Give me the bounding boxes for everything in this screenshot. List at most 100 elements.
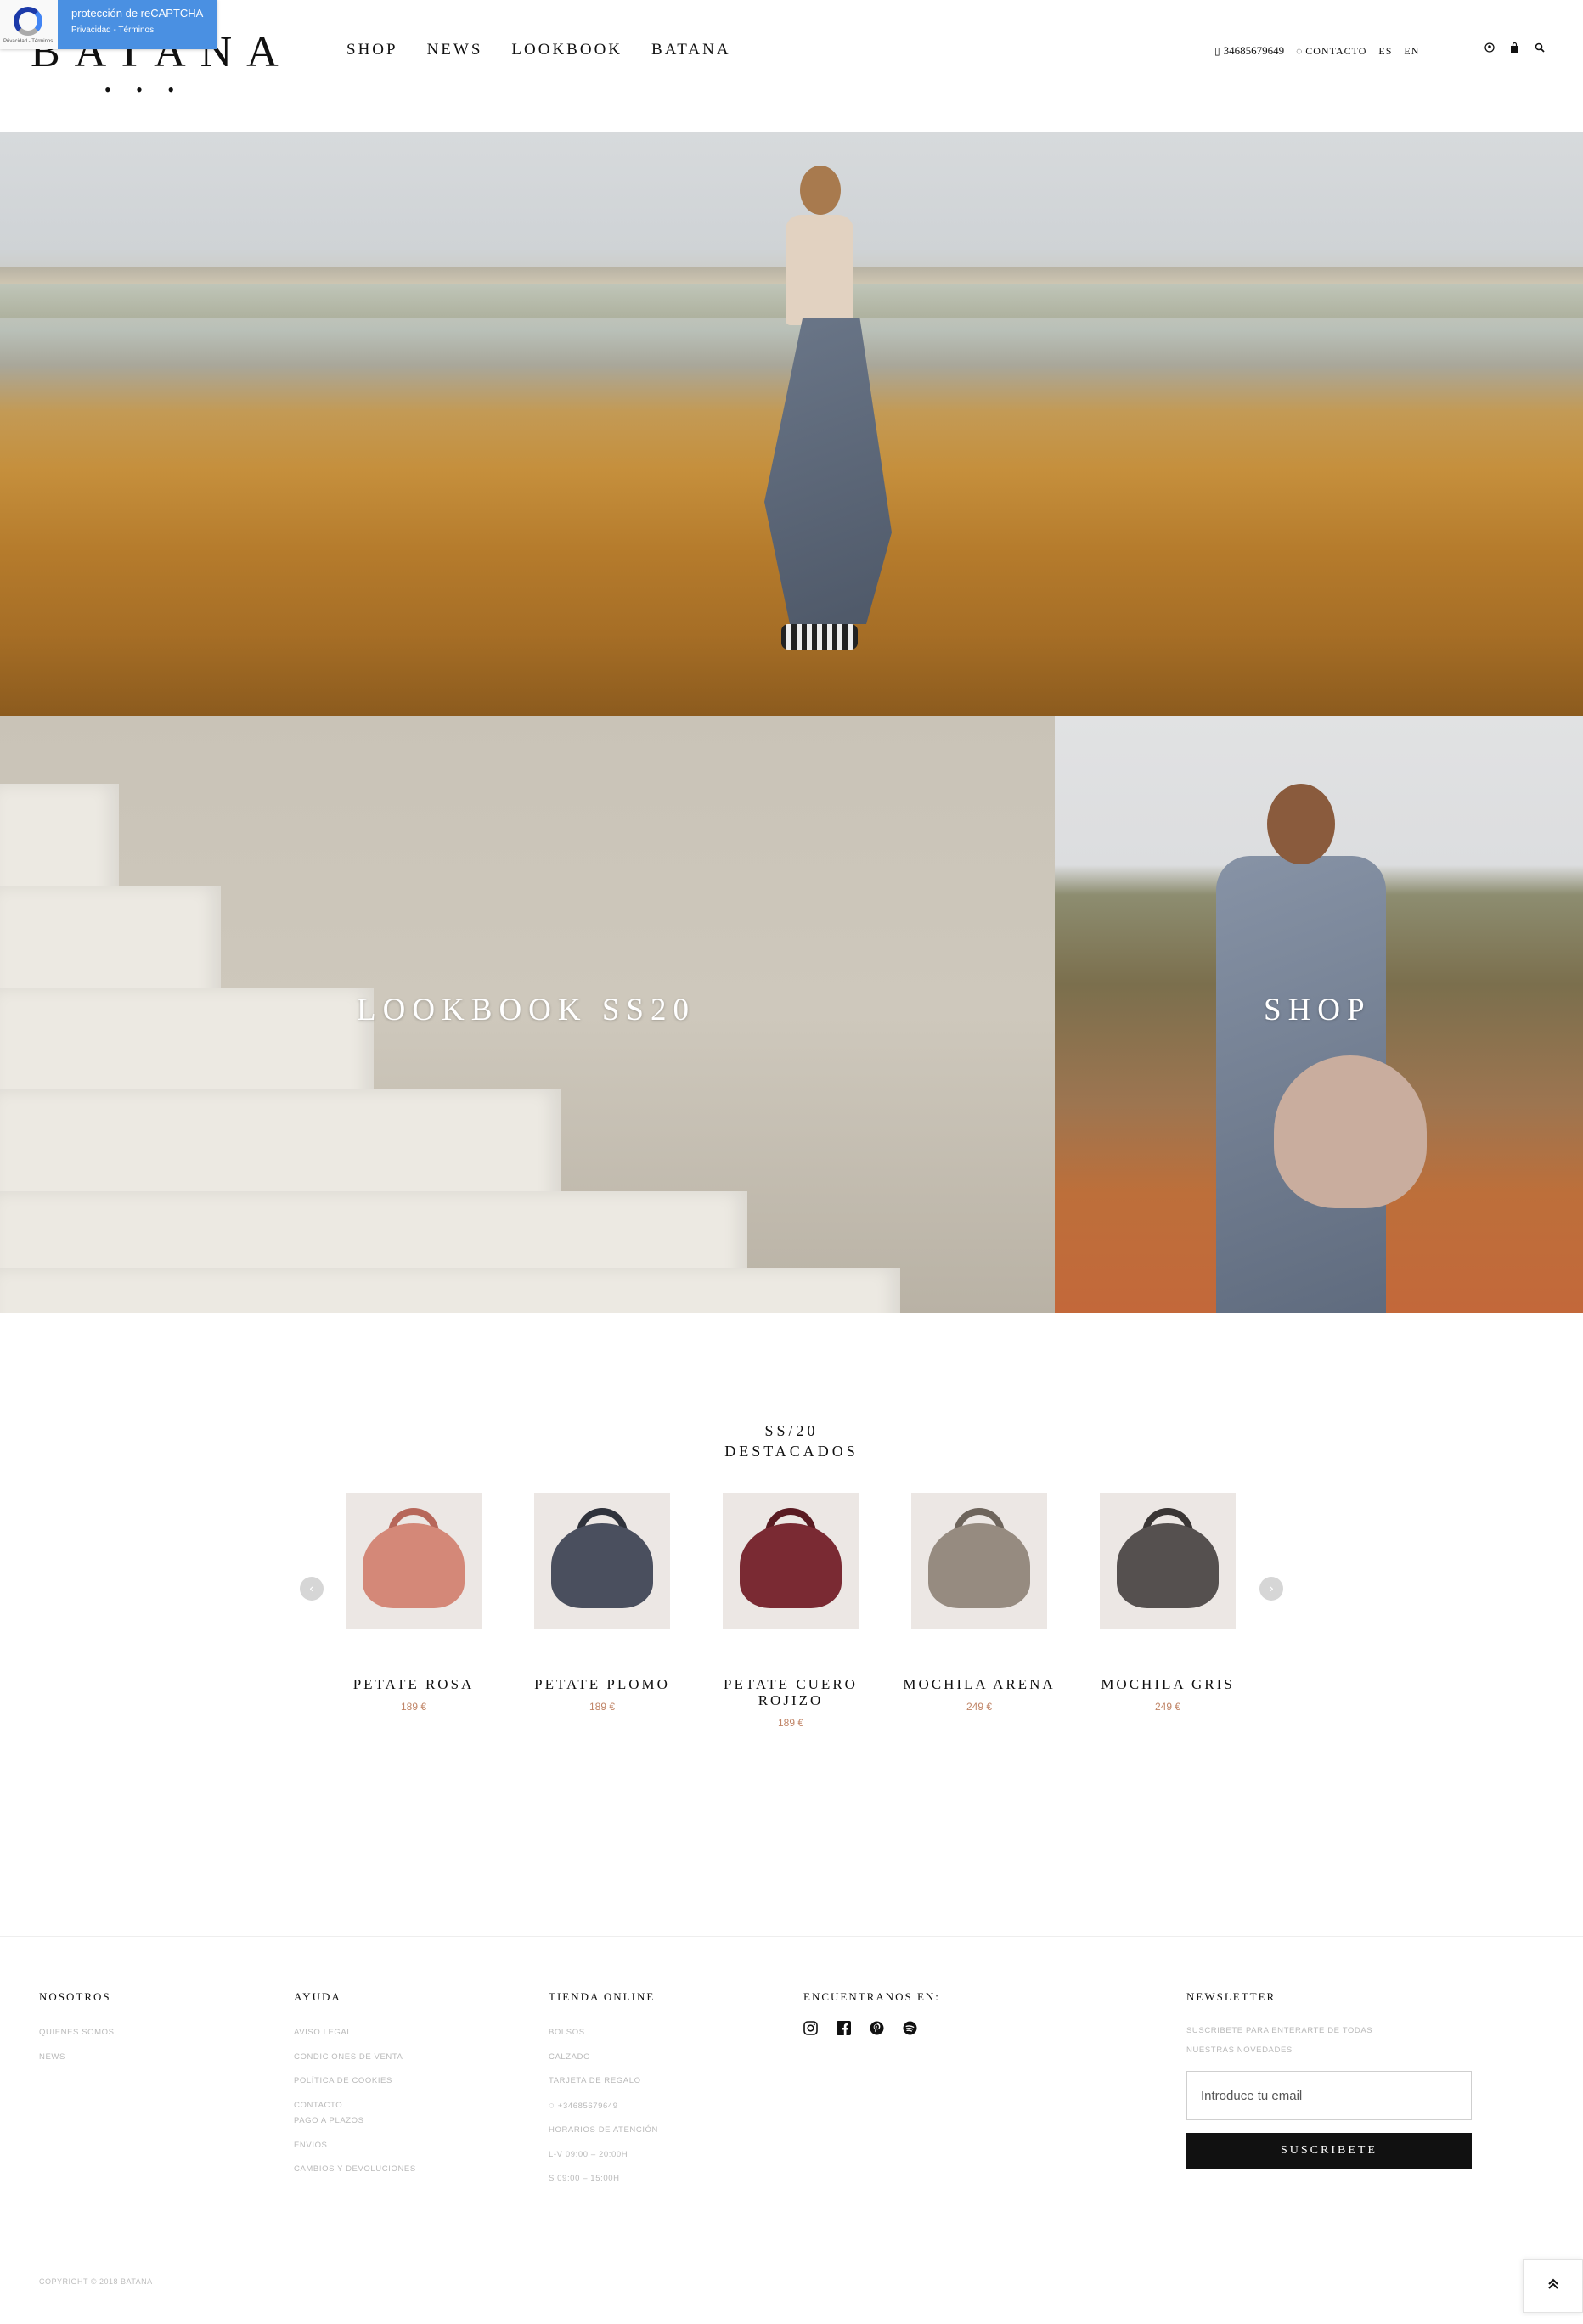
carousel-next-button[interactable]: › (1259, 1577, 1283, 1601)
newsletter-text: SUSCRIBETE PARA ENTERARTE DE TODAS (1186, 2026, 1373, 2035)
product-image[interactable] (534, 1493, 670, 1629)
lang-en[interactable]: EN (1404, 45, 1419, 58)
hero-image (0, 132, 1583, 716)
product-name[interactable]: PETATE ROSA (329, 1676, 499, 1692)
shop-tile[interactable]: SHOP (1055, 716, 1583, 1313)
footer-link[interactable]: PAGO A PLAZOS (294, 2109, 416, 2134)
product-card[interactable]: PETATE ROSA 189 € (329, 1493, 499, 1713)
recaptcha-links[interactable]: Privacidad - Términos (71, 25, 154, 35)
product-bag (363, 1523, 465, 1608)
user-icon[interactable] (1484, 42, 1495, 56)
nav-shop[interactable]: SHOP (346, 41, 398, 59)
product-image[interactable] (1100, 1493, 1236, 1629)
shop-tile-label[interactable]: SHOP (1264, 992, 1372, 1028)
chevron-right-icon: › (1268, 1580, 1275, 1596)
shop-tile-head (1267, 784, 1335, 864)
recaptcha-icon (14, 7, 42, 36)
product-name[interactable]: MOCHILA GRIS (1083, 1676, 1253, 1692)
shop-tile-model (1208, 784, 1427, 1313)
whatsapp-icon: ◌ (1296, 45, 1303, 57)
footer-text: L-V 09:00 – 20:00H (549, 2149, 628, 2159)
carousel-prev-button[interactable]: ‹ (300, 1577, 324, 1601)
product-name[interactable]: MOCHILA ARENA (894, 1676, 1064, 1692)
header-icons (1484, 42, 1545, 56)
product-image[interactable] (911, 1493, 1047, 1629)
phone-link[interactable]: ▯ 34685679649 (1214, 44, 1284, 58)
product-card[interactable]: PETATE PLOMO 189 € (517, 1493, 687, 1713)
utility-nav: ▯ 34685679649 ◌ CONTACTO ES EN (1214, 44, 1419, 58)
recaptcha-logo: Privacidad - Términos (0, 0, 58, 49)
recaptcha-mini-links: Privacidad - Términos (3, 39, 54, 44)
footer-link[interactable]: CAMBIOS Y DEVOLUCIONES (294, 2158, 416, 2182)
lang-es[interactable]: ES (1378, 45, 1392, 58)
subscribe-button[interactable]: SUSCRIBETE (1186, 2133, 1472, 2169)
featured-heading: SS/20 DESTACADOS (0, 1421, 1583, 1461)
recaptcha-title: protección de reCAPTCHA (71, 7, 204, 20)
product-bag (740, 1523, 842, 1608)
spotify-icon[interactable] (903, 2021, 917, 2040)
footer-heading: NOSOTROS (39, 1990, 111, 2003)
social-links (803, 2021, 940, 2040)
product-bag (1117, 1523, 1219, 1608)
lookbook-tile-label[interactable]: LOOKBOOK SS20 (357, 992, 696, 1028)
footer-text: S 09:00 – 15:00H (549, 2174, 620, 2183)
footer-heading: NEWSLETTER (1186, 1990, 1276, 2003)
facebook-icon[interactable] (837, 2021, 851, 2040)
recaptcha-badge[interactable]: Privacidad - Términos protección de reCA… (0, 0, 217, 49)
product-price: 189 € (400, 1701, 427, 1713)
product-bag (928, 1523, 1030, 1608)
footer-link[interactable]: AVISO LEGAL (294, 2021, 416, 2045)
footer-heading: ENCUENTRANOS EN: (803, 1990, 940, 2003)
hero-model-skirt (764, 318, 892, 624)
logo-dots: • • • (104, 79, 185, 100)
instagram-icon[interactable] (803, 2021, 818, 2040)
footer-link[interactable]: BOLSOS (549, 2021, 658, 2045)
nav-lookbook[interactable]: LOOKBOOK (511, 41, 622, 59)
site-header: BATANA • • • SHOP NEWS LOOKBOOK BATANA ▯… (0, 0, 1583, 132)
footer-link[interactable]: ENVIOS (294, 2134, 416, 2158)
footer-link[interactable]: NEWS (39, 2045, 115, 2070)
double-chevron-up-icon (1547, 2276, 1558, 2294)
footer-link[interactable]: POLÍTICA DE COOKIES (294, 2069, 416, 2094)
product-bag (551, 1523, 653, 1608)
whatsapp-icon: ◌ (549, 2100, 558, 2111)
newsletter-email-input[interactable] (1186, 2071, 1472, 2120)
nav-news[interactable]: NEWS (427, 41, 483, 59)
back-to-top-button[interactable] (1523, 2259, 1583, 2313)
featured-season: SS/20 (764, 1422, 819, 1439)
footer-link[interactable]: CALZADO (549, 2045, 658, 2070)
footer-phone[interactable]: ◌ +34685679649 (549, 2094, 658, 2119)
footer-col-ayuda: AYUDA AVISO LEGAL CONDICIONES DE VENTA P… (294, 1990, 416, 2182)
hero-model (747, 166, 917, 675)
footer-divider (0, 1936, 1583, 1937)
product-card[interactable]: MOCHILA ARENA 249 € (894, 1493, 1064, 1713)
contact-link[interactable]: ◌ CONTACTO (1296, 44, 1366, 58)
product-name[interactable]: PETATE PLOMO (517, 1676, 687, 1692)
footer-link[interactable]: CONDICIONES DE VENTA (294, 2045, 416, 2070)
footer-col-newsletter: NEWSLETTER SUSCRIBETE PARA ENTERARTE DE … (1186, 1990, 1372, 2060)
footer-link[interactable]: QUIENES SOMOS (39, 2021, 115, 2045)
product-card[interactable]: MOCHILA GRIS 249 € (1083, 1493, 1253, 1713)
featured-subtitle: DESTACADOS (724, 1443, 859, 1460)
product-image[interactable] (346, 1493, 482, 1629)
bag-icon[interactable] (1510, 42, 1519, 56)
footer-col-nosotros: NOSOTROS QUIENES SOMOS NEWS (39, 1990, 115, 2069)
hero-model-top (786, 215, 853, 325)
phone-icon: ▯ (1214, 45, 1220, 57)
hero-model-shoes (781, 624, 858, 650)
pinterest-icon[interactable] (870, 2021, 884, 2040)
lookbook-tile[interactable]: LOOKBOOK SS20 (0, 716, 1055, 1313)
nav-batana[interactable]: BATANA (651, 41, 731, 59)
copyright-text: COPYRIGHT © 2018 BATANA (39, 2277, 153, 2286)
main-nav: SHOP NEWS LOOKBOOK BATANA (346, 41, 731, 59)
product-image[interactable] (723, 1493, 859, 1629)
product-name[interactable]: PETATE CUERO ROJIZO (706, 1676, 876, 1708)
footer-col-tienda: TIENDA ONLINE BOLSOS CALZADO TARJETA DE … (549, 1990, 658, 2192)
footer-link[interactable]: TARJETA DE REGALO (549, 2069, 658, 2094)
footer-col-social: ENCUENTRANOS EN: (803, 1990, 940, 2040)
product-card[interactable]: PETATE CUERO ROJIZO 189 € (706, 1493, 876, 1729)
product-price: 249 € (966, 1701, 993, 1713)
product-price: 189 € (589, 1701, 616, 1713)
search-icon[interactable] (1535, 42, 1545, 56)
shop-tile-bag (1274, 1055, 1427, 1208)
